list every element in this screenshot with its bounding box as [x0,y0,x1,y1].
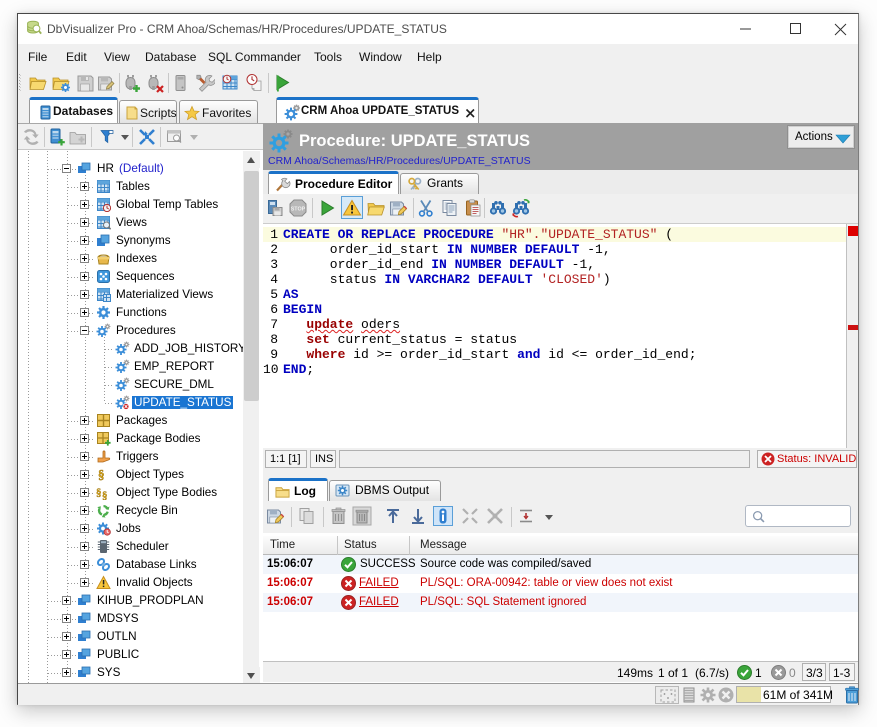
svg-text:§: § [102,490,108,500]
svg-text:STOP: STOP [291,207,306,213]
svg-text:§: § [98,467,105,482]
svg-text:§: § [96,487,102,499]
